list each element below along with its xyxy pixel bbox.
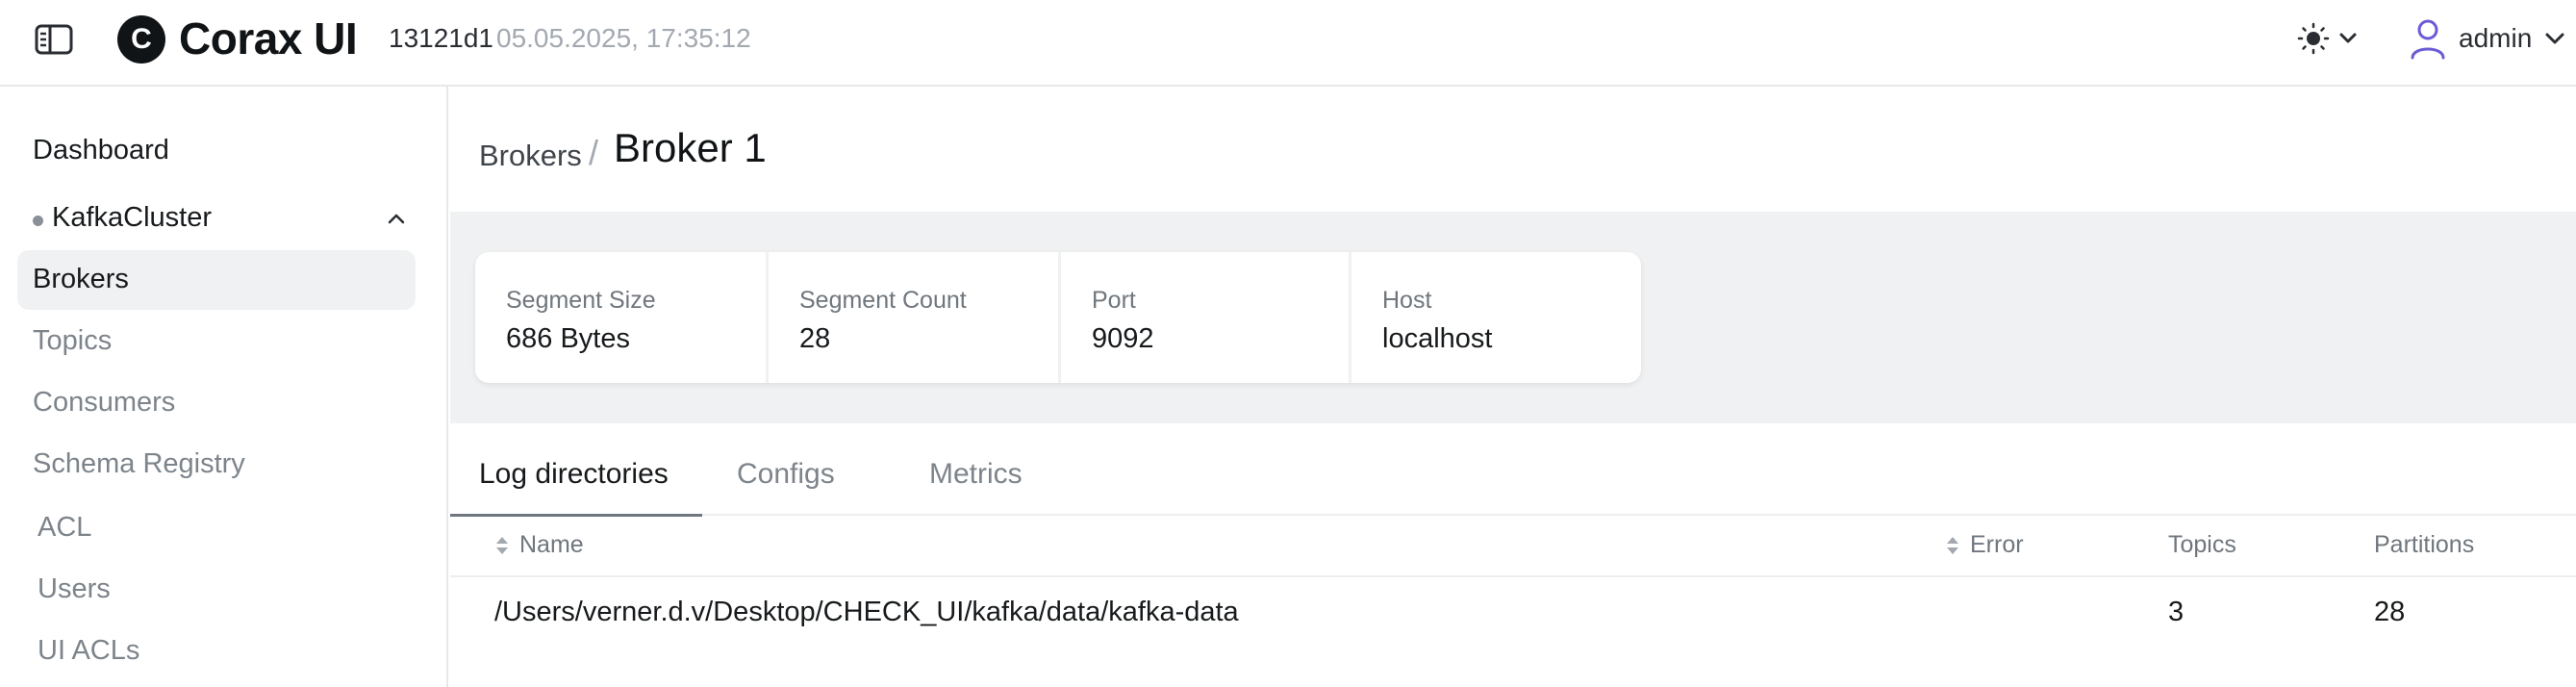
top-header: C Corax UI 13121d1 05.05.2025, 17:35:12 … (0, 0, 2576, 87)
sidebar-item-brokers[interactable]: Brokers (17, 250, 416, 310)
column-label: Error (1970, 531, 2024, 558)
sidebar-cluster-toggle[interactable]: KafkaCluster (33, 202, 408, 241)
tab-label: Configs (737, 458, 835, 490)
cluster-name: KafkaCluster (52, 202, 213, 233)
sidebar-item-consumers[interactable]: Consumers (33, 387, 175, 419)
logo-icon: C (117, 15, 165, 64)
table-header: Name Error Topics Partitions (450, 516, 2576, 577)
sidebar-item-acl[interactable]: ACL (38, 512, 91, 544)
stat-value: 28 (799, 323, 831, 354)
user-icon (2411, 19, 2445, 60)
tab-label: Metrics (929, 458, 1023, 490)
breadcrumb-separator: / (589, 133, 599, 172)
stat-value: 9092 (1092, 323, 1154, 354)
stat-segment-count: Segment Count 28 (766, 252, 1059, 383)
tab-log-directories[interactable]: Log directories (450, 423, 702, 517)
chevron-down-icon (2545, 33, 2564, 44)
stat-port: Port 9092 (1058, 252, 1351, 383)
tab-label: Log directories (479, 458, 669, 490)
tab-configs[interactable]: Configs (702, 423, 885, 514)
sun-icon (2297, 22, 2357, 55)
stat-label: Segment Count (799, 287, 967, 314)
build-date: 05.05.2025, 17:35:12 (496, 23, 751, 53)
sidebar: Dashboard KafkaCluster Brokers Topics Co… (0, 87, 448, 687)
sidebar-item-dashboard[interactable]: Dashboard (33, 135, 169, 166)
page-title: Broker 1 (614, 125, 767, 170)
sidebar-item-ui-acls[interactable]: UI ACLs (38, 635, 139, 667)
theme-toggle[interactable] (2297, 19, 2364, 58)
stat-label: Host (1382, 287, 1432, 314)
stat-host: Host localhost (1349, 252, 1642, 383)
column-header-topics: Topics (2168, 531, 2236, 558)
tab-metrics[interactable]: Metrics (885, 423, 1068, 514)
stat-segment-size: Segment Size 686 Bytes (475, 252, 766, 383)
sidebar-item-users[interactable]: Users (38, 573, 111, 605)
broker-stats-card: Segment Size 686 Bytes Segment Count 28 … (475, 252, 1641, 383)
column-label: Name (519, 531, 584, 558)
broker-tabs: Log directories Configs Metrics (450, 423, 2576, 517)
stats-band: Segment Size 686 Bytes Segment Count 28 … (450, 212, 2576, 423)
chevron-up-icon (388, 214, 405, 224)
column-header-name[interactable]: Name (494, 531, 584, 559)
stat-value: localhost (1382, 323, 1493, 354)
cluster-status-dot (33, 216, 43, 226)
stat-label: Port (1092, 287, 1136, 314)
sort-icon (1947, 537, 1958, 555)
cell-topics: 3 (2168, 597, 2185, 627)
cell-name: /Users/verner.d.v/Desktop/CHECK_UI/kafka… (494, 597, 1239, 627)
breadcrumb-brokers-link[interactable]: Brokers (479, 139, 582, 173)
column-header-error[interactable]: Error (1945, 531, 2024, 559)
stat-label: Segment Size (506, 287, 656, 314)
cell-partitions: 28 (2374, 597, 2406, 627)
user-name: admin (2459, 23, 2533, 53)
sidebar-item-label: Brokers (33, 264, 129, 294)
stat-value: 686 Bytes (506, 323, 630, 354)
sort-icon (496, 537, 508, 555)
table-row[interactable]: /Users/verner.d.v/Desktop/CHECK_UI/kafka… (450, 577, 2576, 649)
commit-hash: 13121d1 (389, 23, 494, 53)
app-name: Corax UI (179, 13, 358, 64)
user-menu[interactable]: admin (2409, 15, 2572, 64)
column-header-partitions: Partitions (2374, 531, 2475, 558)
sidebar-toggle-icon[interactable] (35, 23, 75, 58)
sidebar-item-topics[interactable]: Topics (33, 325, 112, 357)
sidebar-item-schema-registry[interactable]: Schema Registry (33, 448, 245, 480)
